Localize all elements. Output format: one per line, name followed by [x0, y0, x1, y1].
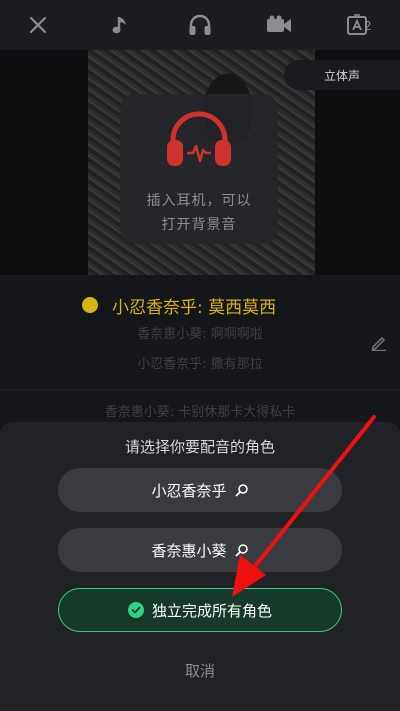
current-dialogue-text: 小忍香奈乎: 莫西莫西 [112, 297, 277, 318]
dialogue-line-4: 香奈惠小葵: 卡别休那卡大得私卡 [104, 405, 296, 420]
divider [0, 389, 400, 390]
subtitle-icon[interactable]: 2 [340, 8, 374, 42]
stereo-toggle-button[interactable]: 立体声 [284, 60, 400, 90]
role-button-1[interactable]: 小忍香奈乎 [58, 468, 342, 512]
role-button-1-label: 小忍香奈乎 [151, 481, 227, 500]
sheet-title: 请选择你要配音的角色 [124, 438, 275, 456]
earphone-hint-line-2: 打开背景音 [161, 217, 237, 233]
dialogue-line-2: 香奈惠小葵: 啊啊啊啦 [137, 327, 263, 342]
close-icon[interactable] [21, 8, 55, 42]
video-preview: 立体声 插入耳机，可以 打开背景音 [0, 50, 400, 275]
music-note-icon[interactable] [104, 8, 138, 42]
current-dialogue-line: 小忍香奈乎: 莫西莫西 [82, 293, 277, 318]
top-toolbar: 2 [0, 0, 400, 50]
check-circle-icon [127, 602, 144, 618]
search-icon [235, 484, 248, 497]
role-selection-sheet: 请选择你要配音的角色 小忍香奈乎 香奈惠小葵 独立完成所有角色 取消 [0, 422, 400, 711]
subtitle-count-badge: 2 [364, 19, 372, 33]
edit-icon[interactable] [370, 333, 388, 351]
role-button-2-label: 香奈惠小葵 [151, 541, 227, 560]
cancel-button[interactable]: 取消 [0, 660, 400, 681]
search-icon [235, 544, 248, 557]
earphone-hint-card: 插入耳机，可以 打开背景音 [120, 94, 278, 244]
role-button-2[interactable]: 香奈惠小葵 [58, 528, 342, 572]
dialogue-line-3: 小忍香奈乎: 撒有那拉 [137, 357, 263, 372]
headphones-hint-icon [167, 111, 231, 166]
solo-all-roles-button[interactable]: 独立完成所有角色 [58, 588, 342, 632]
video-camera-icon[interactable] [262, 8, 296, 42]
earphone-hint-line-1: 插入耳机，可以 [146, 193, 252, 209]
current-line-indicator [82, 297, 98, 313]
solo-all-roles-label: 独立完成所有角色 [151, 601, 272, 620]
headphones-icon[interactable] [183, 8, 217, 42]
dialogue-lyrics: 小忍香奈乎: 莫西莫西 香奈惠小葵: 啊啊啊啦 小忍香奈乎: 撒有那拉 香奈惠小… [0, 275, 400, 435]
